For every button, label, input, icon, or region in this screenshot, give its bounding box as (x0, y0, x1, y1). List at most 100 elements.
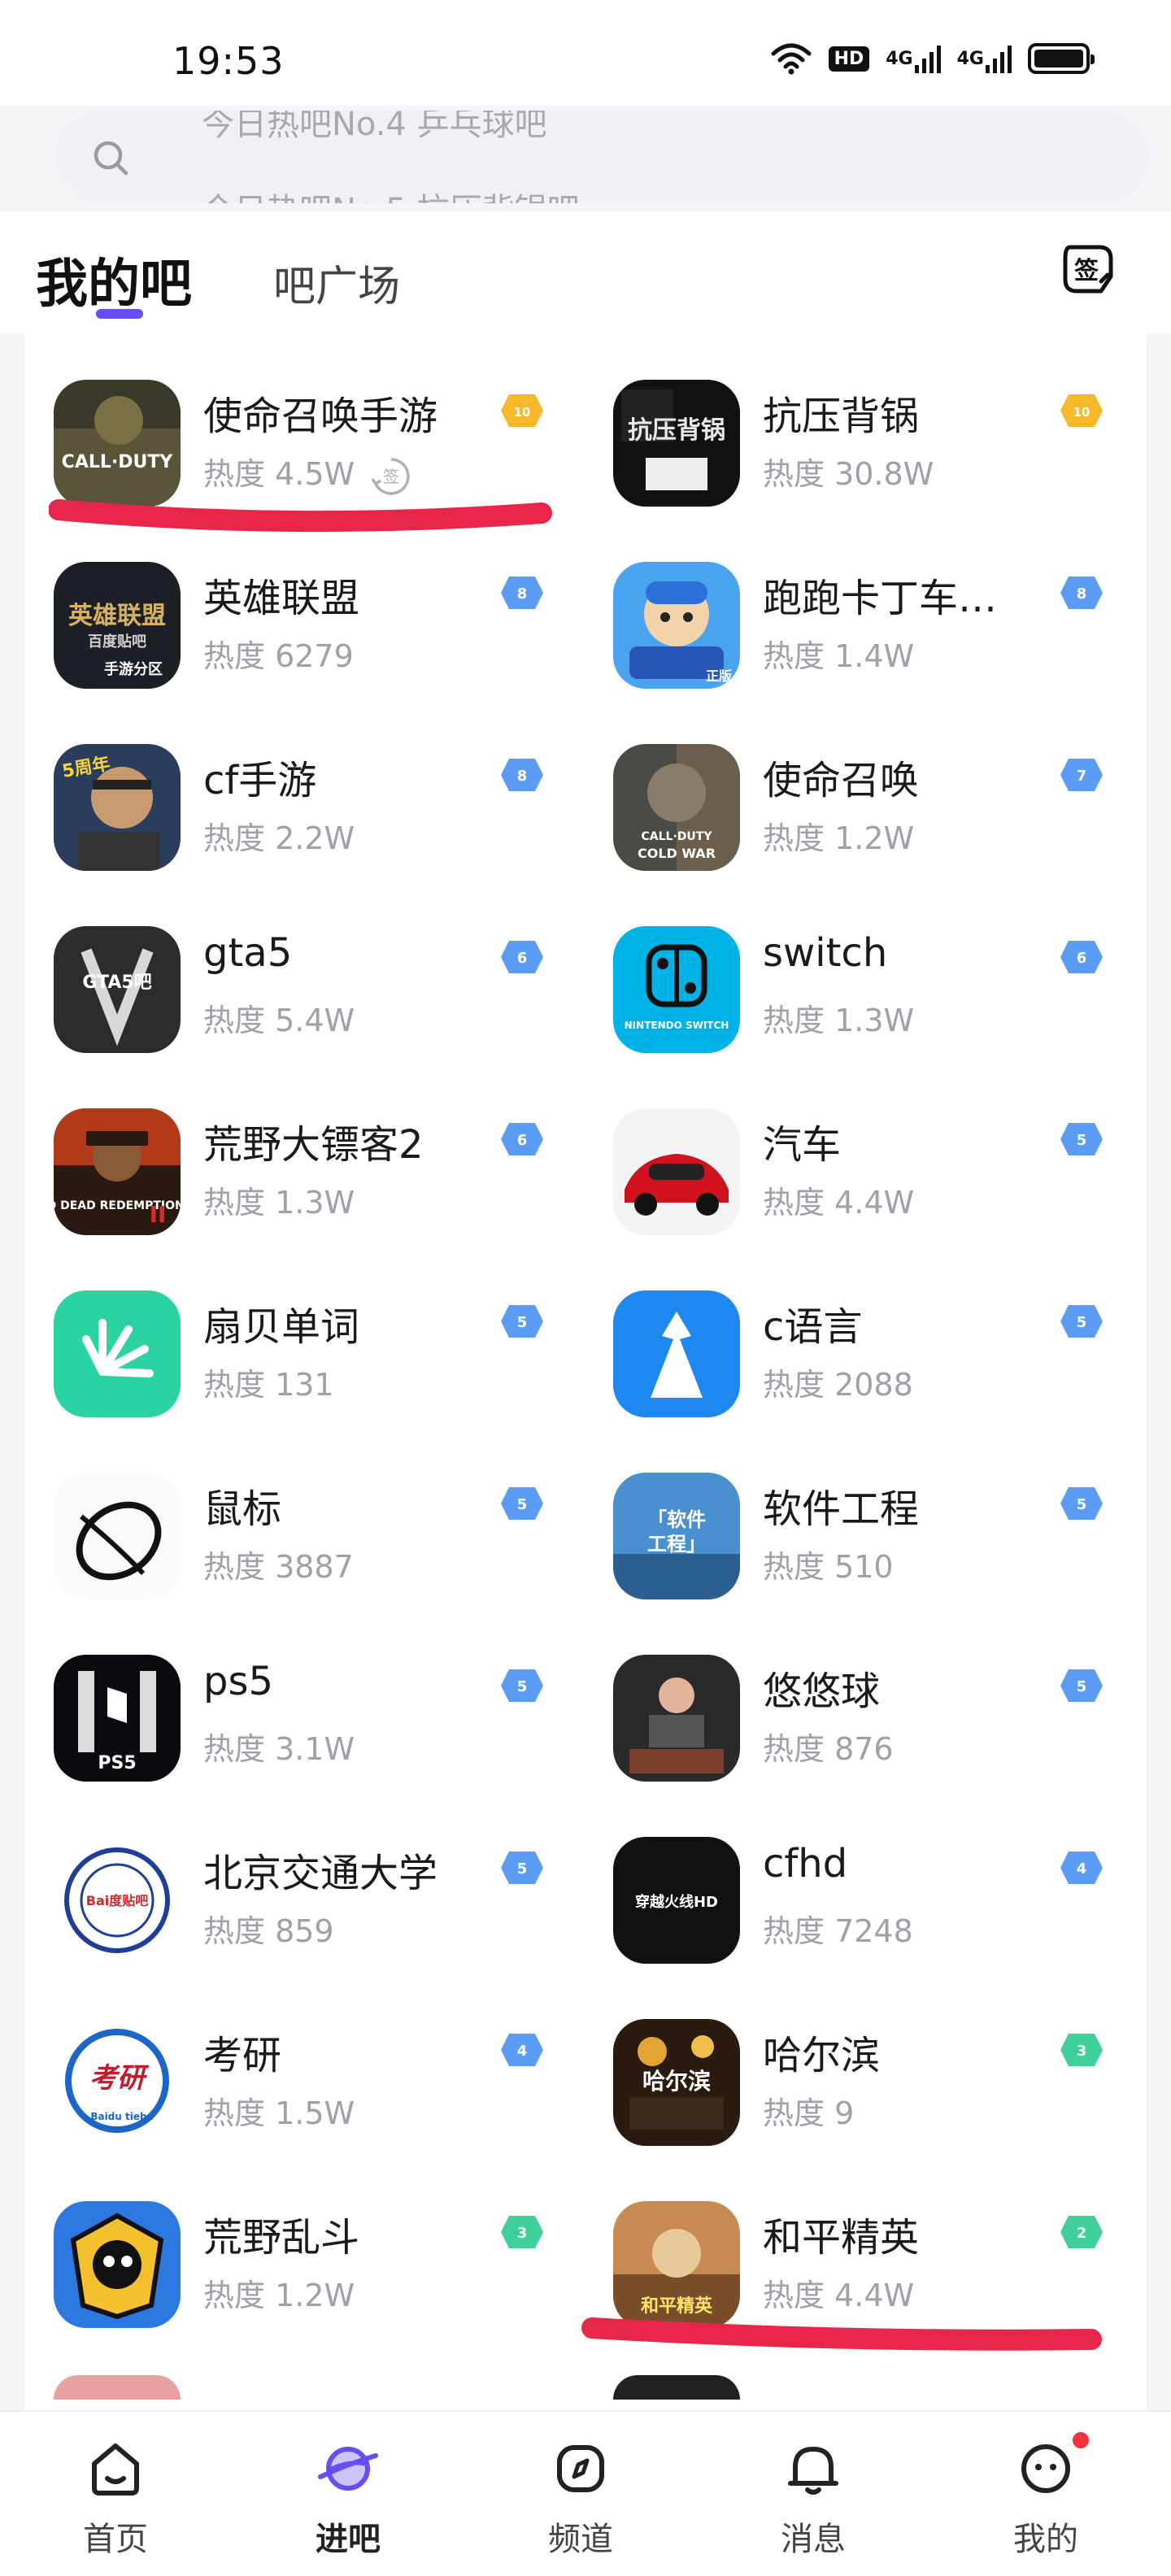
hd-badge: HD (828, 46, 870, 72)
bar-avatar: 5周年 (54, 744, 181, 871)
wifi-icon (771, 43, 812, 75)
bar-item[interactable]: 荒野乱斗 热度 1.2W 3 (24, 2144, 561, 2328)
level-badge-icon: 6 (1060, 941, 1103, 973)
bar-heat: 热度 1.5W (203, 2095, 355, 2131)
bar-heat: 热度 876 (763, 1731, 894, 1767)
bar-item[interactable]: 和平精英 和平精英 热度 4.4W 2 (584, 2144, 1121, 2328)
level-badge-icon: 8 (501, 759, 543, 791)
bar-item[interactable]: CALL·DUTY 使命召唤手游 热度 4.5W 签 10 (24, 329, 561, 507)
level-badge: 5 (1060, 1668, 1103, 1704)
bar-name: switch (763, 930, 888, 976)
level-badge: 10 (501, 393, 543, 429)
bar-item[interactable]: NINTENDO SWITCH switch 热度 1.3W 6 (584, 869, 1121, 1053)
bar-item[interactable]: 抗压背锅 抗压背锅 热度 30.8W 10 (584, 329, 1121, 507)
bar-heat: 热度 3887 (203, 1549, 354, 1585)
bar-item[interactable]: 鼠标热度 3887 5 (24, 1416, 561, 1599)
notification-dot (1070, 2430, 1091, 2451)
level-badge-icon: 5 (501, 1487, 543, 1520)
bar-item[interactable]: 穿越火线HD cfhd 热度 7248 4 (584, 1780, 1121, 1964)
bar-avatar (613, 1290, 740, 1417)
level-badge: 8 (1060, 575, 1103, 611)
svg-text:6: 6 (517, 1132, 528, 1149)
level-badge: 7 (1060, 757, 1103, 793)
bar-item[interactable]: 哈尔滨 哈尔滨 热度 93 (584, 1962, 1121, 2146)
level-badge-icon: 6 (501, 941, 543, 973)
bar-name: 鼠标 (203, 1486, 282, 1532)
level-badge: 8 (501, 575, 543, 611)
red-marker-underline (581, 2317, 1102, 2351)
bar-item[interactable]: 正版 跑跑卡丁车… 热度 1.4W 8 (584, 505, 1121, 689)
svg-text:工程」: 工程」 (647, 1533, 706, 1556)
bar-name: cfhd (763, 1841, 848, 1886)
level-badge: 2 (1060, 2214, 1103, 2250)
nav-enter-bar-label: 进吧 (316, 2521, 381, 2558)
bar-avatar: 英雄联盟 百度贴吧 手游分区 (54, 562, 181, 689)
bar-item[interactable]: RED DEAD REDEMPTIONII 荒野大镖客2 热度 1.3W 6 (24, 1051, 561, 1235)
tab-active-indicator (96, 309, 143, 319)
planet-icon (318, 2447, 378, 2491)
nav-home[interactable]: 首页 (34, 2412, 197, 2576)
level-badge-icon: 4 (501, 2034, 543, 2066)
svg-text:CALL·DUTY: CALL·DUTY (62, 452, 174, 472)
bar-name: 抗压背锅 (763, 394, 920, 439)
sign-in-icon[interactable]: 签 (1059, 241, 1117, 299)
svg-text:英雄联盟: 英雄联盟 (68, 602, 166, 630)
bar-heat: 热度 1.4W (763, 638, 915, 674)
bar-name: 悠悠球 (763, 1669, 881, 1714)
bar-item[interactable]: 「软件 工程」 软件工程 热度 510 5 (584, 1416, 1121, 1599)
bar-item[interactable]: 5周年 cf手游 热度 2.2W 8 (24, 687, 561, 871)
tab-bar-square[interactable]: 吧广场 (273, 252, 400, 313)
bar-avatar: GTA5吧 (54, 926, 181, 1053)
bar-avatar: NINTENDO SWITCH (613, 926, 740, 1053)
level-badge-icon: 5 (501, 1669, 543, 1702)
bar-avatar: 哈尔滨 (613, 2019, 740, 2146)
bar-name: 考研 (203, 2033, 282, 2078)
bar-item[interactable]: 汽车 热度 4.4W 5 (584, 1051, 1121, 1235)
status-time: 19:53 (172, 39, 285, 83)
bell-icon (788, 2447, 838, 2495)
level-badge-icon: 7 (1060, 759, 1103, 791)
bar-item[interactable]: GTA5吧 gta5 热度 5.4W 6 (24, 869, 561, 1053)
svg-text:NINTENDO SWITCH: NINTENDO SWITCH (625, 1020, 729, 1031)
bar-heat: 热度 1.2W (203, 2278, 355, 2313)
svg-text:3: 3 (1077, 2043, 1087, 2060)
nav-messages-label: 消息 (781, 2521, 846, 2558)
svg-text:5: 5 (1077, 1496, 1087, 1513)
level-badge-icon: 4 (1060, 1852, 1103, 1884)
bar-item[interactable]: 扇贝单词 热度 131 5 (24, 1234, 561, 1417)
level-badge-icon: 3 (501, 2216, 543, 2248)
checked-in-icon: 签 (371, 457, 410, 495)
svg-text:6: 6 (517, 950, 528, 967)
level-badge-icon: 6 (501, 1123, 543, 1155)
bar-name: gta5 (203, 930, 293, 976)
svg-text:4: 4 (1077, 1860, 1087, 1878)
bar-item[interactable]: CALL·DUTY COLD WAR 使命召唤 热度 1.2W 7 (584, 687, 1121, 871)
svg-text:穿越火线HD: 穿越火线HD (635, 1893, 718, 1911)
nav-enter-bar[interactable]: 进吧 (267, 2412, 429, 2576)
nav-channel[interactable]: 频道 (499, 2412, 662, 2576)
search-input[interactable]: 今日热吧No.4 乒乓球吧 今日热吧No.5 抗压背锅吧 (55, 111, 1150, 203)
bar-item[interactable]: c语言 热度 2088 5 (584, 1234, 1121, 1417)
bar-item[interactable]: 考研 Baidu tieba 考研 热度 1.5W 4 (24, 1962, 561, 2146)
header-tabs: 我的吧 吧广场 签 (0, 211, 1171, 333)
bar-item[interactable]: PS5 ps5 热度 3.1W 5 (24, 1598, 561, 1782)
bar-item[interactable]: 悠悠球热度 876 5 (584, 1598, 1121, 1782)
bar-name: 英雄联盟 (203, 576, 360, 621)
bar-avatar (613, 1108, 740, 1235)
svg-text:Bai度贴吧: Bai度贴吧 (86, 1893, 148, 1908)
nav-profile[interactable]: 我的 (964, 2412, 1127, 2576)
level-badge: 5 (501, 1303, 543, 1339)
bar-avatar (54, 1473, 181, 1599)
level-badge: 5 (1060, 1303, 1103, 1339)
bar-item[interactable]: Bai度贴吧 北京交通大学 热度 859 5 (24, 1780, 561, 1964)
bar-avatar: 「软件 工程」 (613, 1473, 740, 1599)
svg-text:「软件: 「软件 (647, 1508, 706, 1531)
level-badge-icon: 10 (501, 394, 543, 427)
bar-heat: 热度 3.1W (203, 1731, 355, 1767)
level-badge: 3 (1060, 2032, 1103, 2068)
nav-profile-label: 我的 (1013, 2521, 1078, 2558)
home-icon (92, 2443, 139, 2496)
level-badge: 5 (1060, 1486, 1103, 1521)
tab-my-bars[interactable]: 我的吧 (36, 242, 192, 317)
nav-messages[interactable]: 消息 (732, 2412, 895, 2576)
